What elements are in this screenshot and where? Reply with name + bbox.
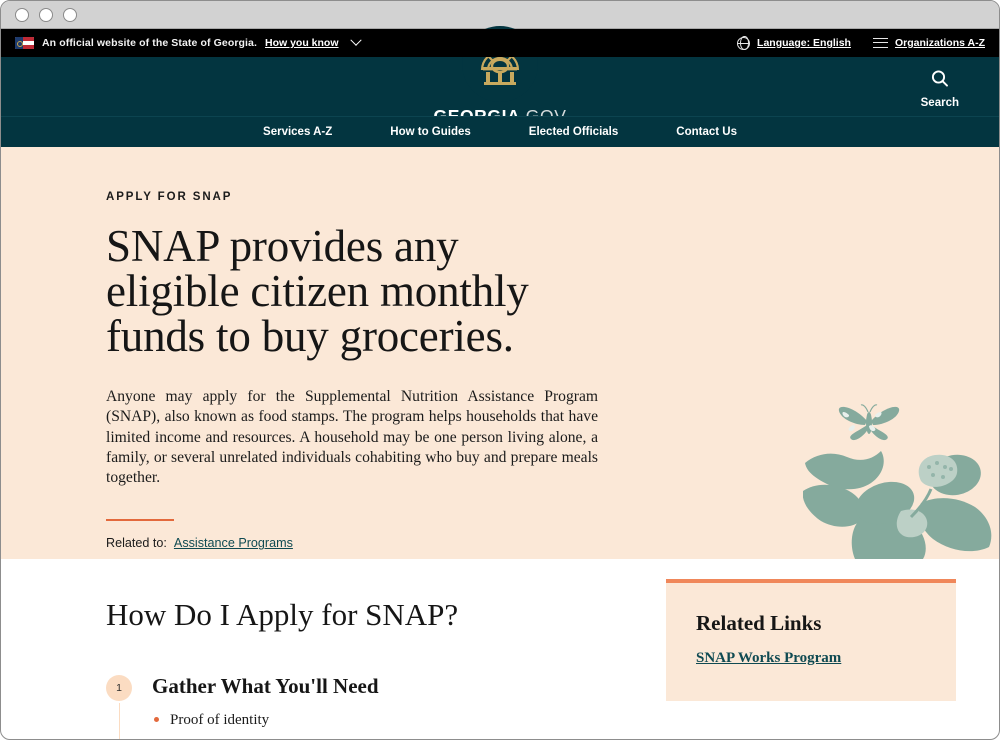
search-button[interactable]: Search (921, 69, 959, 109)
browser-window: An official website of the State of Geor… (0, 0, 1000, 740)
georgia-state-flag-icon (15, 37, 34, 49)
language-label: Language: English (757, 37, 851, 49)
chevron-down-icon (349, 34, 362, 46)
search-icon (931, 70, 948, 87)
hero-description: Anyone may apply for the Supplemental Nu… (106, 388, 598, 487)
related-to-label: Related to: (106, 536, 167, 551)
nav-item-services-a-z[interactable]: Services A-Z (263, 126, 332, 138)
step-connector-line (118, 703, 120, 739)
utility-bar: An official website of the State of Geor… (1, 29, 999, 57)
accent-divider (106, 519, 174, 522)
main-column: How Do I Apply for SNAP? 1 Gather What Y… (106, 559, 626, 739)
search-label: Search (920, 97, 959, 109)
window-minimize-button[interactable] (39, 7, 53, 22)
step-bullet-list: Proof of identity (152, 710, 379, 731)
content-section: How Do I Apply for SNAP? 1 Gather What Y… (1, 559, 999, 739)
nav-item-contact-us[interactable]: Contact Us (676, 126, 737, 138)
related-to-row: Related to: Assistance Programs (106, 536, 561, 550)
how-you-know-label: How you know (265, 37, 339, 49)
hero-section: APPLY FOR SNAP SNAP provides any eligibl… (1, 147, 999, 559)
organizations-label: Organizations A-Z (894, 37, 985, 49)
step-number-badge: 1 (106, 675, 132, 701)
window-close-button[interactable] (15, 7, 29, 22)
related-links-card: Related Links SNAP Works Program (666, 579, 956, 701)
step-item: 1 Gather What You'll Need Proof of ident… (106, 674, 626, 739)
step-body: Gather What You'll Need Proof of identit… (152, 674, 379, 731)
site-masthead: GEORGIA.GOV Search (1, 26, 999, 126)
window-titlebar (1, 1, 999, 29)
sidebar-column: Related Links SNAP Works Program (666, 559, 956, 731)
oak-leaves-acorns-butterfly-illustration (803, 404, 992, 559)
globe-icon (736, 36, 751, 50)
related-link-snap-works-program[interactable]: SNAP Works Program (696, 650, 841, 667)
organizations-a-z-link[interactable]: Organizations A-Z (872, 37, 985, 49)
primary-navigation: Services A-Z How to Guides Elected Offic… (1, 116, 999, 147)
how-you-know-link[interactable]: How you know (265, 37, 339, 49)
section-heading: How Do I Apply for SNAP? (106, 597, 459, 632)
language-selector[interactable]: Language: English (736, 36, 851, 50)
official-website-text: An official website of the State of Geor… (42, 37, 258, 49)
related-links-title: Related Links (696, 611, 822, 635)
utility-bar-right: Language: English Organizations A-Z (736, 36, 985, 50)
list-item: Proof of identity (152, 710, 379, 731)
list-icon (872, 37, 888, 49)
nav-item-elected-officials[interactable]: Elected Officials (529, 126, 618, 138)
step-title: Gather What You'll Need (152, 674, 379, 698)
nav-item-how-to-guides[interactable]: How to Guides (390, 126, 471, 138)
window-maximize-button[interactable] (63, 7, 77, 22)
hero-content: APPLY FOR SNAP SNAP provides any eligibl… (1, 147, 598, 550)
page-title: SNAP provides any eligible citizen month… (106, 221, 529, 361)
hero-eyebrow: APPLY FOR SNAP (106, 191, 233, 203)
related-to-link[interactable]: Assistance Programs (174, 536, 293, 550)
official-notice: An official website of the State of Geor… (15, 34, 362, 49)
